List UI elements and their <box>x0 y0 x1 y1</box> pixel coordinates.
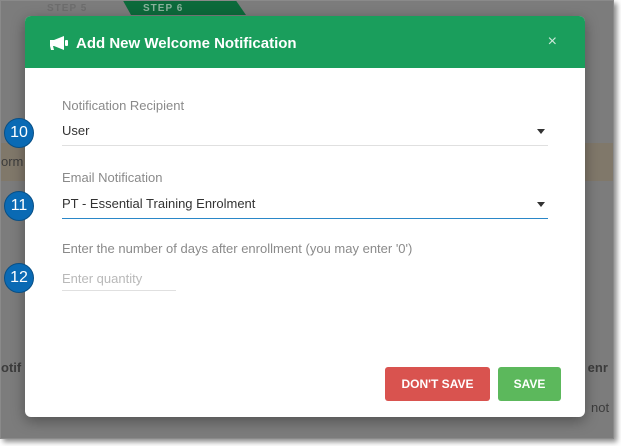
recipient-label: Notification Recipient <box>62 98 185 113</box>
dont-save-button[interactable]: DON'T SAVE <box>385 367 490 401</box>
email-notification-label: Email Notification <box>62 170 163 185</box>
background-text-fragment: otif <box>1 360 22 375</box>
dialog-title: Add New Welcome Notification <box>76 35 297 52</box>
save-button[interactable]: SAVE <box>498 367 561 401</box>
dialog-header: Add New Welcome Notification × <box>25 16 585 68</box>
megaphone-icon <box>50 36 68 50</box>
background-step-5: STEP 5 <box>47 3 88 14</box>
caret-down-icon <box>537 202 545 207</box>
add-welcome-notification-dialog: Add New Welcome Notification × Notificat… <box>25 16 585 417</box>
background-step-6-label: STEP 6 <box>143 3 184 14</box>
background-text-fragment: not <box>591 400 610 415</box>
background-step-6: STEP 6 <box>121 1 246 15</box>
days-after-enrollment-label: Enter the number of days after enrollmen… <box>62 241 413 256</box>
background-text-fragment: orm <box>1 154 24 169</box>
screenshot-frame: STEP 5 STEP 6 orm otif r enr not Add New… <box>0 0 614 439</box>
email-notification-selected-value: PT - Essential Training Enrolment <box>62 196 256 211</box>
callout-badge-12: 12 <box>4 263 34 293</box>
email-notification-select[interactable]: PT - Essential Training Enrolment <box>62 192 548 219</box>
recipient-select[interactable]: User <box>62 119 548 146</box>
caret-down-icon <box>537 129 545 134</box>
callout-badge-11: 11 <box>4 191 34 221</box>
callout-badge-10: 10 <box>4 118 34 148</box>
close-icon[interactable]: × <box>548 33 557 51</box>
quantity-input[interactable] <box>62 266 176 291</box>
recipient-selected-value: User <box>62 123 90 138</box>
